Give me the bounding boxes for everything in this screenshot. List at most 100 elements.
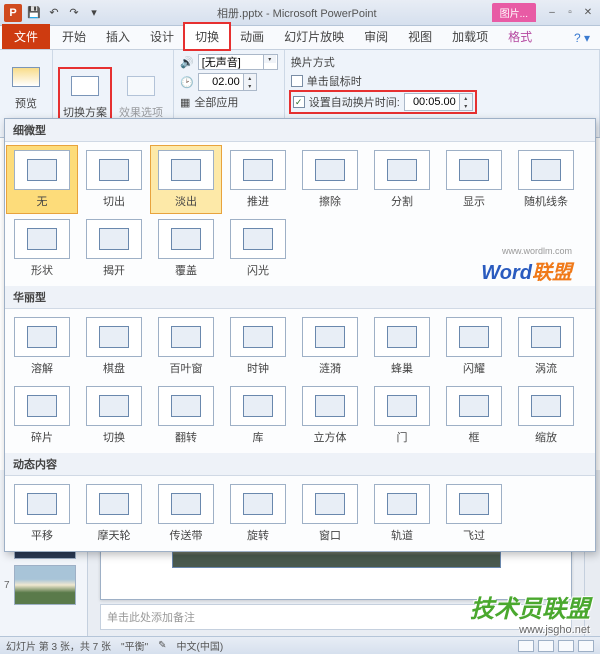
transition-exciting-9[interactable]: 切换 — [79, 382, 149, 449]
tab-file[interactable]: 文件 — [2, 24, 50, 49]
transition-dynamic-5[interactable]: 轨道 — [367, 480, 437, 547]
transition-thumb-icon — [518, 150, 574, 190]
tab-addins[interactable]: 加载项 — [442, 24, 498, 49]
language[interactable]: 中文(中国) — [177, 638, 224, 653]
tab-format[interactable]: 格式 — [498, 24, 542, 49]
transition-exciting-14[interactable]: 框 — [439, 382, 509, 449]
transition-thumb-icon — [14, 219, 70, 259]
tab-transitions[interactable]: 切换 — [184, 23, 230, 50]
transition-thumb-icon — [230, 150, 286, 190]
transition-dynamic-6[interactable]: 飞过 — [439, 480, 509, 547]
undo-icon[interactable]: ↶ — [46, 5, 62, 21]
transition-thumb-icon — [86, 386, 142, 426]
preview-button[interactable]: 预览 — [6, 59, 46, 113]
transition-subtle-11[interactable]: 闪光 — [223, 215, 293, 282]
auto-advance-label: 设置自动换片时间: — [309, 94, 400, 110]
tab-slideshow[interactable]: 幻灯片放映 — [274, 24, 354, 49]
close-icon[interactable]: ✕ — [580, 6, 596, 20]
transition-subtle-8[interactable]: 形状 — [7, 215, 77, 282]
transition-exciting-13[interactable]: 门 — [367, 382, 437, 449]
transition-thumb-icon — [86, 317, 142, 357]
transition-thumb-icon — [158, 386, 214, 426]
sorter-view-button[interactable] — [538, 640, 554, 652]
transition-dynamic-2[interactable]: 传送带 — [151, 480, 221, 547]
statusbar: 幻灯片 第 3 张，共 7 张 "平衡" ✎ 中文(中国) — [0, 636, 600, 654]
transition-subtle-3[interactable]: 推进 — [223, 146, 293, 213]
restore-icon[interactable]: ▫ — [562, 6, 578, 20]
qat-dropdown-icon[interactable]: ▾ — [86, 5, 102, 21]
redo-icon[interactable]: ↷ — [66, 5, 82, 21]
watermark-jsgho: 技术员联盟 www.jsgho.net — [470, 589, 590, 636]
transition-thumb-icon — [230, 386, 286, 426]
transition-subtle-6[interactable]: 显示 — [439, 146, 509, 213]
transition-exciting-8[interactable]: 碎片 — [7, 382, 77, 449]
transition-subtle-2[interactable]: 淡出 — [151, 146, 221, 213]
tab-home[interactable]: 开始 — [52, 24, 96, 49]
preview-icon — [10, 61, 42, 93]
transition-thumb-icon — [230, 219, 286, 259]
transition-subtle-5[interactable]: 分割 — [367, 146, 437, 213]
transition-exciting-10[interactable]: 翻转 — [151, 382, 221, 449]
transition-exciting-2[interactable]: 百叶窗 — [151, 313, 221, 380]
save-icon[interactable]: 💾 — [26, 5, 42, 21]
slideshow-view-button[interactable] — [578, 640, 594, 652]
transition-exciting-3[interactable]: 时钟 — [223, 313, 293, 380]
transition-dynamic-4[interactable]: 窗口 — [295, 480, 365, 547]
transition-thumb-icon — [230, 484, 286, 524]
apply-all-button[interactable]: ▦ 全部应用 — [180, 94, 278, 110]
transition-scheme-button[interactable]: 切换方案 — [59, 68, 111, 122]
transition-exciting-5[interactable]: 蜂巢 — [367, 313, 437, 380]
tab-design[interactable]: 设计 — [140, 24, 184, 49]
sound-icon: 🔊 — [180, 56, 194, 69]
reading-view-button[interactable] — [558, 640, 574, 652]
duration-spinner[interactable]: ▴▾ — [198, 73, 257, 91]
app-icon: P — [4, 4, 22, 22]
help-icon[interactable]: ? ▾ — [570, 27, 594, 49]
category-exciting: 华丽型 — [5, 286, 595, 309]
transition-subtle-0[interactable]: 无 — [7, 146, 77, 213]
transition-thumb-icon — [374, 150, 430, 190]
transition-exciting-7[interactable]: 涡流 — [511, 313, 581, 380]
transition-exciting-4[interactable]: 涟漪 — [295, 313, 365, 380]
transition-subtle-10[interactable]: 覆盖 — [151, 215, 221, 282]
transition-exciting-0[interactable]: 溶解 — [7, 313, 77, 380]
sound-dropdown[interactable]: ▾ — [198, 54, 278, 70]
tab-view[interactable]: 视图 — [398, 24, 442, 49]
transition-thumb-icon — [302, 484, 358, 524]
transition-dynamic-1[interactable]: 摩天轮 — [79, 480, 149, 547]
transition-subtle-1[interactable]: 切出 — [79, 146, 149, 213]
transition-exciting-1[interactable]: 棋盘 — [79, 313, 149, 380]
auto-advance-spinner[interactable]: ▴▾ — [404, 93, 473, 111]
watermark-wordlm: www.wordlm.com Word联盟 — [481, 246, 572, 285]
transition-exciting-6[interactable]: 闪耀 — [439, 313, 509, 380]
minimize-icon[interactable]: – — [544, 6, 560, 20]
transition-thumb-icon — [14, 484, 70, 524]
transition-thumb-icon — [374, 386, 430, 426]
on-click-checkbox[interactable] — [291, 75, 303, 87]
auto-advance-checkbox[interactable]: ✓ — [293, 96, 305, 108]
thumbnail[interactable] — [14, 565, 76, 605]
window-title: 相册.pptx - Microsoft PowerPoint — [102, 5, 492, 21]
transition-dynamic-3[interactable]: 旋转 — [223, 480, 293, 547]
transition-thumb-icon — [14, 317, 70, 357]
transition-exciting-15[interactable]: 缩放 — [511, 382, 581, 449]
transition-dynamic-0[interactable]: 平移 — [7, 480, 77, 547]
transition-thumb-icon — [302, 317, 358, 357]
transition-scheme-icon — [69, 70, 101, 102]
spellcheck-icon[interactable]: ✎ — [158, 640, 166, 651]
transition-exciting-12[interactable]: 立方体 — [295, 382, 365, 449]
quick-access-toolbar: P 💾 ↶ ↷ ▾ — [4, 4, 102, 22]
transition-gallery: 细微型 无切出淡出推进擦除分割显示随机线条形状揭开覆盖闪光 华丽型 溶解棋盘百叶… — [4, 118, 596, 552]
transition-subtle-7[interactable]: 随机线条 — [511, 146, 581, 213]
tab-review[interactable]: 审阅 — [354, 24, 398, 49]
effect-options-button[interactable]: 效果选项 — [115, 68, 167, 122]
transition-subtle-4[interactable]: 擦除 — [295, 146, 365, 213]
transition-exciting-11[interactable]: 库 — [223, 382, 293, 449]
normal-view-button[interactable] — [518, 640, 534, 652]
theme-name: "平衡" — [121, 638, 148, 653]
transition-thumb-icon — [302, 386, 358, 426]
transition-subtle-9[interactable]: 揭开 — [79, 215, 149, 282]
transition-thumb-icon — [158, 317, 214, 357]
tab-animations[interactable]: 动画 — [230, 24, 274, 49]
tab-insert[interactable]: 插入 — [96, 24, 140, 49]
